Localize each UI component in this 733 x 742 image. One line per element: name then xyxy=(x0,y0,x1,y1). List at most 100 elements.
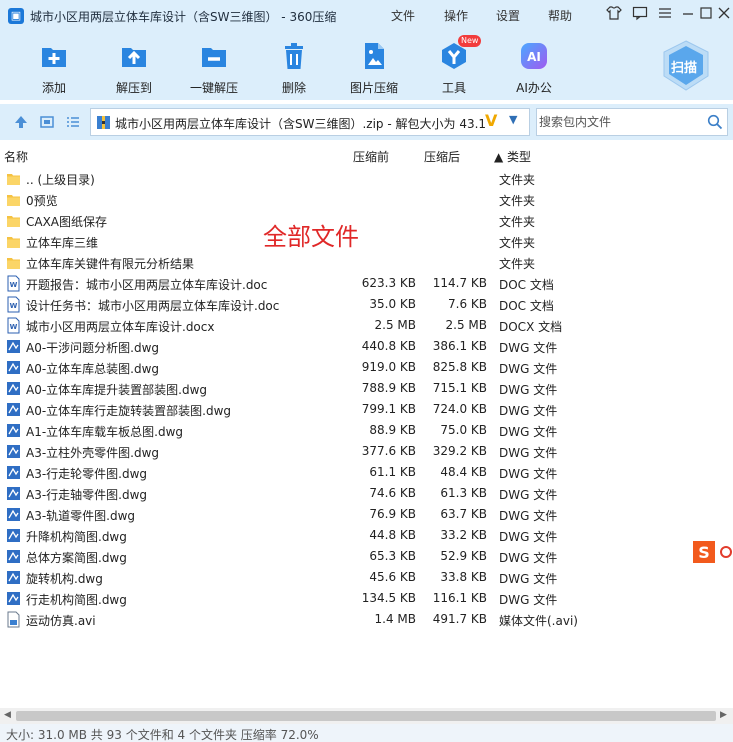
search-input[interactable] xyxy=(539,112,704,132)
tools-button[interactable]: New 工具 xyxy=(418,35,490,98)
file-type: 文件夹 xyxy=(499,215,536,229)
folder-icon xyxy=(6,170,21,187)
image-compress-icon xyxy=(358,40,390,72)
skin-icon[interactable] xyxy=(604,5,624,25)
column-size[interactable]: 压缩前 xyxy=(353,148,389,165)
file-row[interactable]: CAXA图纸保存 文件夹 xyxy=(0,210,733,231)
file-row[interactable]: 0预览 文件夹 xyxy=(0,189,733,210)
search-icon[interactable] xyxy=(707,114,723,130)
scan-button[interactable]: 扫描 xyxy=(662,40,710,92)
extract-to-icon xyxy=(118,40,150,72)
menu-icon[interactable] xyxy=(655,5,675,25)
up-arrow-icon[interactable] xyxy=(13,114,29,130)
file-row[interactable]: .. (上级目录) 文件夹 xyxy=(0,168,733,189)
ai-office-button[interactable]: AI AI办公 xyxy=(498,38,570,98)
file-row[interactable]: A0-立体车库行走旋转装置部装图.dwg 799.1 KB 724.0 KB DWG … xyxy=(0,399,733,420)
menu-settings[interactable]: 设置 xyxy=(496,7,520,24)
file-row[interactable]: A0-干涉问题分析图.dwg 440.8 KB 386.1 KB DWG 文件 xyxy=(0,336,733,357)
menu-file[interactable]: 文件 xyxy=(391,7,415,24)
file-size: 919.0 KB xyxy=(361,360,416,374)
delete-button[interactable]: 删除 xyxy=(258,38,330,98)
app-logo-icon: ▣ xyxy=(8,8,24,24)
svg-text:W: W xyxy=(10,323,18,331)
file-size: 377.6 KB xyxy=(361,444,416,458)
file-row[interactable]: 立体车库三维 文件夹 xyxy=(0,231,733,252)
file-type: DWG 文件 xyxy=(499,530,558,544)
file-packed-size: 33.8 KB xyxy=(440,570,487,584)
file-packed-size: 386.1 KB xyxy=(432,339,487,353)
dwg-icon xyxy=(6,401,21,418)
file-row[interactable]: 升降机构简图.dwg 44.8 KB 33.2 KB DWG 文件 xyxy=(0,525,733,546)
file-row[interactable]: A0-立体车库提升装置部装图.dwg 788.9 KB 715.1 KB DWG 文件 xyxy=(0,378,733,399)
file-row[interactable]: W 城市小区用两层立体车库设计.docx 2.5 MB 2.5 MB DOCX 文档 xyxy=(0,315,733,336)
svg-text:W: W xyxy=(10,281,18,289)
file-row[interactable]: 旋转机构.dwg 45.6 KB 33.8 KB DWG 文件 xyxy=(0,567,733,588)
view-thumbnail-icon[interactable] xyxy=(39,114,55,130)
file-packed-size: 724.0 KB xyxy=(432,402,487,416)
column-type[interactable]: ▲ 类型 xyxy=(494,148,531,165)
file-row[interactable]: A3-行走轮零件图.dwg 61.1 KB 48.4 KB DWG 文件 xyxy=(0,462,733,483)
file-type: 文件夹 xyxy=(499,173,536,187)
file-row[interactable]: 总体方案简图.dwg 65.3 KB 52.9 KB DWG 文件 xyxy=(0,546,733,567)
file-name: 升降机构简图.dwg xyxy=(26,530,127,544)
folder-icon xyxy=(6,233,21,250)
file-row[interactable]: A3-轨道零件图.dwg 76.9 KB 63.7 KB DWG 文件 xyxy=(0,504,733,525)
file-type: DWG 文件 xyxy=(499,425,558,439)
column-name[interactable]: 名称 xyxy=(4,148,28,165)
minimize-button[interactable] xyxy=(678,5,698,25)
menu-help[interactable]: 帮助 xyxy=(548,7,572,24)
extract-to-button[interactable]: 解压到 xyxy=(98,38,170,98)
image-compress-button[interactable]: 图片压缩 xyxy=(338,38,410,98)
file-row[interactable]: 行走机构简图.dwg 134.5 KB 116.1 KB DWG 文件 xyxy=(0,588,733,609)
file-type: DOC 文档 xyxy=(499,299,554,313)
column-packed[interactable]: 压缩后 xyxy=(424,148,460,165)
file-row[interactable]: A3-立柱外壳零件图.dwg 377.6 KB 329.2 KB DWG 文件 xyxy=(0,441,733,462)
scroll-right-icon[interactable]: ▶ xyxy=(720,710,727,720)
file-type: DWG 文件 xyxy=(499,362,558,376)
menu-operation[interactable]: 操作 xyxy=(444,7,468,24)
svg-text:W: W xyxy=(10,302,18,310)
file-name: 开题报告：城市小区用两层立体车库设计.doc xyxy=(26,278,268,292)
file-name: 立体车库三维 xyxy=(26,236,99,250)
horizontal-scrollbar[interactable]: ◀ ▶ xyxy=(0,708,733,724)
file-row[interactable]: 立体车库关键件有限元分析结果 文件夹 xyxy=(0,252,733,273)
file-size: 799.1 KB xyxy=(361,402,416,416)
file-packed-size: 491.7 KB xyxy=(432,612,487,626)
file-row[interactable]: A1-立体车库载车板总图.dwg 88.9 KB 75.0 KB DWG 文件 xyxy=(0,420,733,441)
file-row[interactable]: 运动仿真.avi 1.4 MB 491.7 KB 媒体文件(.avi) xyxy=(0,609,733,630)
svg-text:S: S xyxy=(698,543,710,562)
trash-icon xyxy=(278,40,310,72)
dwg-icon xyxy=(6,338,21,355)
sogou-ime-icon[interactable]: S xyxy=(689,537,733,567)
file-packed-size: 61.3 KB xyxy=(440,486,487,500)
file-row[interactable]: A0-立体车库总装图.dwg 919.0 KB 825.8 KB DWG 文件 xyxy=(0,357,733,378)
file-name: A3-轨道零件图.dwg xyxy=(26,509,136,523)
add-button[interactable]: 添加 xyxy=(18,38,90,98)
file-type: 文件夹 xyxy=(499,194,536,208)
file-type: 媒体文件(.avi) xyxy=(499,614,578,628)
annotation-label: 全部文件 xyxy=(263,223,359,251)
add-icon xyxy=(38,40,70,72)
view-list-icon[interactable] xyxy=(65,114,81,130)
address-field[interactable]: 城市小区用两层立体车库设计（含SW三维图）.zip - 解包大小为 43.1 V… xyxy=(90,108,530,136)
scrollbar-thumb[interactable] xyxy=(16,711,716,721)
feedback-icon[interactable] xyxy=(630,5,650,25)
ai-office-label: AI办公 xyxy=(516,81,552,95)
file-row[interactable]: W 开题报告：城市小区用两层立体车库设计.doc 623.3 KB 114.7 KB D… xyxy=(0,273,733,294)
file-packed-size: 715.1 KB xyxy=(432,381,487,395)
file-type: 文件夹 xyxy=(499,257,536,271)
window-title: 城市小区用两层立体车库设计（含SW三维图） - 360压缩 xyxy=(30,10,337,24)
dwg-icon xyxy=(6,485,21,502)
file-row[interactable]: A3-行走轴零件图.dwg 74.6 KB 61.3 KB DWG 文件 xyxy=(0,483,733,504)
file-packed-size: 48.4 KB xyxy=(440,465,487,479)
doc-icon: W xyxy=(6,275,21,292)
scroll-left-icon[interactable]: ◀ xyxy=(4,710,11,720)
dwg-icon xyxy=(6,359,21,376)
file-size: 440.8 KB xyxy=(361,339,416,353)
app-window: ▣ 城市小区用两层立体车库设计（含SW三维图） - 360压缩 文件 操作 设置… xyxy=(0,0,733,742)
close-button[interactable] xyxy=(714,5,733,25)
one-click-extract-button[interactable]: 一键解压 xyxy=(178,38,250,98)
file-row[interactable]: W 设计任务书：城市小区用两层立体车库设计.doc 35.0 KB 7.6 KB DOC… xyxy=(0,294,733,315)
chevron-down-icon[interactable]: ▼ xyxy=(509,113,517,126)
maximize-button[interactable] xyxy=(696,5,716,25)
